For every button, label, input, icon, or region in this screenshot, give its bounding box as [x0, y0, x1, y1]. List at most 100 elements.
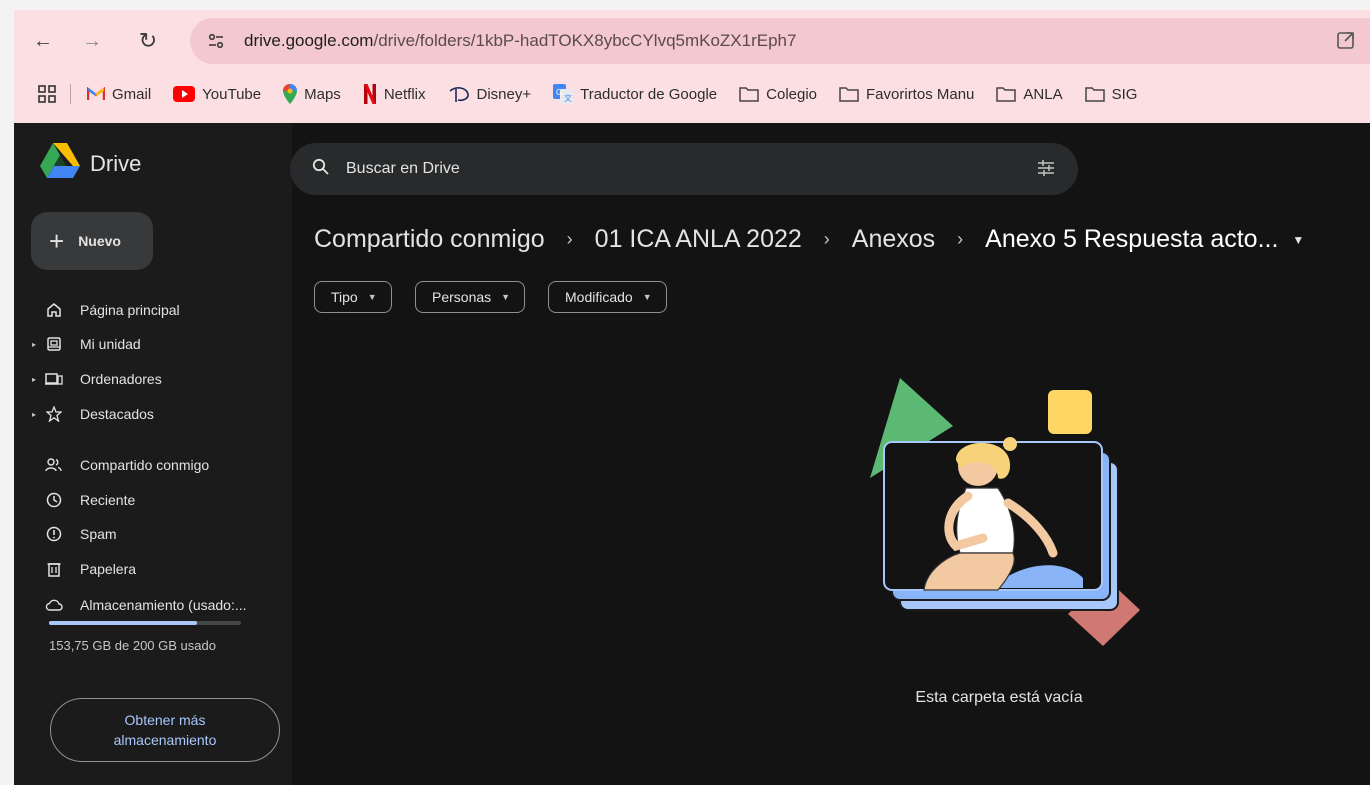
drive-logo-icon [40, 143, 80, 185]
drive-icon [44, 334, 64, 354]
storage-bar [49, 621, 241, 625]
new-button[interactable]: + Nuevo [31, 212, 153, 270]
filter-chip-label: Tipo [331, 289, 358, 305]
search-bar[interactable]: Buscar en Drive [290, 143, 1078, 195]
breadcrumb-item[interactable]: 01 ICA ANLA 2022 [595, 225, 802, 254]
cloud-icon [44, 595, 64, 615]
browser-toolbar: ← → ↻ drive.google.com/drive/folders/1kb… [14, 10, 1370, 123]
open-external-icon[interactable] [1336, 30, 1356, 55]
sidebar-item-label: Página principal [80, 302, 180, 318]
filter-chip-label: Personas [432, 289, 492, 305]
bookmark-divider [70, 84, 71, 104]
sidebar-item-compartido[interactable]: Compartido conmigo [32, 450, 209, 480]
drive-logo-text: Drive [90, 151, 142, 176]
breadcrumb-current-folder[interactable]: Anexo 5 Respuesta acto... [985, 225, 1278, 254]
sidebar: Drive + Nuevo Página principal ▸ Mi unid… [14, 123, 292, 785]
maps-icon [283, 84, 298, 104]
search-options-icon[interactable] [1036, 158, 1056, 183]
folder-icon [839, 86, 859, 102]
sidebar-item-label: Mi unidad [80, 336, 141, 352]
bookmark-label: Netflix [383, 85, 426, 103]
chevron-right-icon: › [823, 229, 830, 249]
expand-arrow-icon[interactable]: ▸ [32, 340, 44, 349]
disney-icon [448, 85, 470, 103]
address-bar[interactable]: drive.google.com/drive/folders/1kbP-hadT… [190, 18, 1370, 64]
bookmark-label: SIG [1111, 85, 1138, 103]
empty-folder-illustration [848, 378, 1160, 673]
breadcrumb-item[interactable]: Anexos [852, 225, 935, 254]
bookmark-disney[interactable]: Disney+ [448, 85, 532, 103]
netflix-icon [363, 84, 377, 104]
translate-icon: G文 [553, 84, 574, 104]
bookmark-label: Gmail [112, 85, 152, 103]
url-path: /drive/folders/1kbP-hadTOKX8ybcCYlvq5mKo… [373, 31, 797, 50]
site-settings-icon[interactable] [204, 29, 228, 53]
folder-icon [1084, 86, 1105, 102]
url-domain: drive.google.com [244, 31, 374, 50]
search-input[interactable]: Buscar en Drive [346, 160, 460, 178]
back-icon[interactable]: ← [28, 26, 58, 56]
reload-icon[interactable]: ↻ [133, 26, 163, 56]
get-more-storage-label: Obtener más almacenamiento [113, 712, 217, 748]
home-icon [44, 300, 64, 320]
bookmark-label: Colegio [766, 85, 818, 103]
sidebar-item-reciente[interactable]: Reciente [32, 485, 135, 515]
filter-chip-tipo[interactable]: Tipo ▼ [314, 281, 392, 313]
sidebar-item-home[interactable]: Página principal [32, 295, 180, 325]
clock-icon [44, 490, 64, 510]
bookmark-folder-colegio[interactable]: Colegio [739, 86, 817, 103]
url-text[interactable]: drive.google.com/drive/folders/1kbP-hadT… [244, 31, 796, 51]
sidebar-item-label: Spam [80, 526, 117, 542]
storage-usage-text: 153,75 GB de 200 GB usado [49, 638, 216, 653]
sidebar-item-destacados[interactable]: ▸ Destacados [32, 399, 154, 429]
search-icon[interactable] [312, 158, 330, 181]
sidebar-item-label: Destacados [80, 406, 154, 422]
sidebar-item-label: Reciente [80, 492, 136, 508]
sidebar-item-mi-unidad[interactable]: ▸ Mi unidad [32, 329, 141, 359]
drive-app: Drive + Nuevo Página principal ▸ Mi unid… [14, 123, 1370, 785]
get-more-storage-button[interactable]: Obtener más almacenamiento [50, 698, 280, 762]
filter-chip-label: Modificado [565, 289, 633, 305]
dropdown-arrow-icon: ▼ [367, 292, 377, 302]
bookmarks-bar: Gmail YouTube Maps Netflix Disney+ G文 Tr… [14, 74, 1370, 114]
bookmark-folder-sig[interactable]: SIG [1084, 85, 1138, 103]
apps-grid-icon[interactable] [38, 85, 56, 103]
drive-logo[interactable]: Drive [40, 143, 141, 185]
bookmark-label: Disney+ [476, 85, 532, 103]
filter-chip-personas[interactable]: Personas ▼ [415, 281, 526, 313]
dropdown-arrow-icon: ▼ [642, 292, 652, 302]
bookmark-folder-favoritos[interactable]: Favorirtos Manu [839, 86, 974, 103]
filter-chip-modificado[interactable]: Modificado ▼ [548, 281, 667, 313]
gmail-icon [87, 87, 105, 101]
expand-arrow-icon[interactable]: ▸ [32, 375, 44, 384]
chevron-right-icon: › [957, 229, 964, 249]
plus-icon: + [49, 226, 65, 256]
expand-arrow-icon[interactable]: ▸ [32, 410, 44, 419]
sidebar-item-papelera[interactable]: Papelera [32, 554, 136, 584]
bookmark-netflix[interactable]: Netflix [363, 84, 426, 104]
bookmark-label: Maps [304, 85, 341, 103]
bookmark-translate[interactable]: G文 Traductor de Google [553, 84, 717, 104]
bookmark-maps[interactable]: Maps [283, 84, 341, 104]
bookmark-youtube[interactable]: YouTube [173, 86, 261, 103]
sidebar-item-ordenadores[interactable]: ▸ Ordenadores [32, 364, 162, 394]
trash-icon [44, 559, 64, 579]
bookmark-folder-anla[interactable]: ANLA [996, 85, 1063, 103]
star-icon [44, 404, 64, 424]
computer-icon [44, 369, 64, 389]
bookmark-label: Favorirtos Manu [866, 85, 975, 103]
chevron-right-icon: › [566, 229, 573, 249]
youtube-icon [173, 86, 196, 102]
forward-icon[interactable]: → [77, 26, 107, 56]
sidebar-item-label: Papelera [80, 561, 137, 577]
folder-icon [996, 86, 1017, 102]
empty-folder-message: Esta carpeta está vacía [915, 689, 1083, 706]
sidebar-item-almacenamiento[interactable]: Almacenamiento (usado:... [32, 590, 247, 620]
breadcrumb-item[interactable]: Compartido conmigo [314, 225, 545, 254]
bookmark-label: ANLA [1023, 85, 1063, 103]
chevron-down-icon[interactable]: ▼ [1292, 233, 1304, 247]
folder-icon [739, 86, 759, 102]
storage-bar-fill [49, 621, 197, 625]
bookmark-gmail[interactable]: Gmail [87, 86, 151, 103]
sidebar-item-spam[interactable]: Spam [32, 519, 117, 549]
